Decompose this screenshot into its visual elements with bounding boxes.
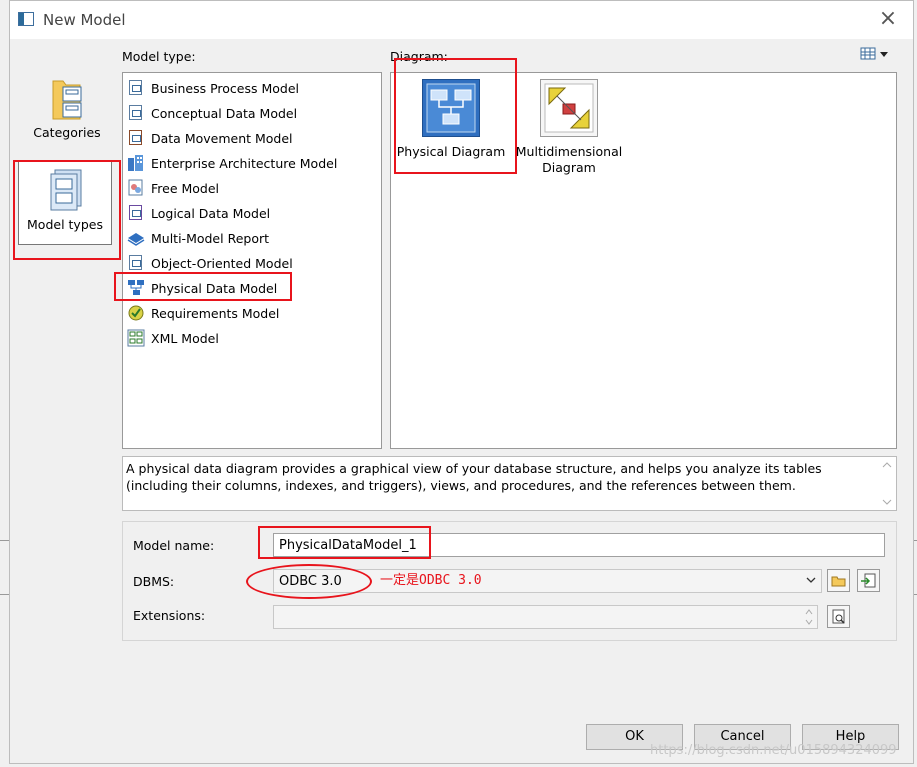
list-item-xml-model[interactable]: XML Model bbox=[127, 327, 219, 349]
list-item-label: Multi-Model Report bbox=[151, 230, 270, 246]
description-scrollbar[interactable] bbox=[878, 457, 896, 510]
spinner-icon bbox=[804, 607, 814, 631]
object-oriented-icon bbox=[127, 254, 145, 272]
list-item-label: XML Model bbox=[151, 330, 219, 346]
close-icon[interactable]: × bbox=[876, 7, 900, 31]
list-item-enterprise-architecture[interactable]: Enterprise Architecture Model bbox=[127, 152, 337, 174]
list-item-label: Requirements Model bbox=[151, 305, 280, 321]
chevron-down-icon bbox=[805, 573, 817, 591]
list-item-free-model[interactable]: Free Model bbox=[127, 177, 219, 199]
model-type-list[interactable]: Business Process Model Conceptual Data M… bbox=[122, 72, 382, 449]
conceptual-data-icon bbox=[127, 104, 145, 122]
categories-item[interactable]: Categories bbox=[20, 73, 114, 157]
new-model-dialog: New Model × Categories Model types Model… bbox=[9, 0, 914, 764]
highlight-physical-diagram bbox=[394, 58, 517, 174]
description-box: A physical data diagram provides a graph… bbox=[122, 456, 897, 511]
list-item-label: Enterprise Architecture Model bbox=[151, 155, 338, 171]
logical-data-icon bbox=[127, 204, 145, 222]
folder-open-icon bbox=[831, 576, 846, 587]
list-item-label: Free Model bbox=[151, 180, 220, 196]
categories-label: Categories bbox=[33, 125, 101, 140]
extensions-label: Extensions: bbox=[133, 608, 206, 623]
multidimensional-diagram-icon bbox=[540, 79, 598, 137]
watermark-text: https://blog.csdn.net/u015894324099 bbox=[650, 743, 897, 758]
list-item-logical-data[interactable]: Logical Data Model bbox=[127, 202, 270, 224]
list-item-object-oriented[interactable]: Object-Oriented Model bbox=[127, 252, 293, 274]
model-name-label: Model name: bbox=[133, 538, 215, 553]
requirements-icon bbox=[127, 304, 145, 322]
business-process-icon bbox=[127, 79, 145, 97]
select-extensions-icon bbox=[832, 609, 845, 624]
list-item-conceptual-data[interactable]: Conceptual Data Model bbox=[127, 102, 297, 124]
extensions-select-button[interactable] bbox=[827, 605, 850, 628]
diagram-multidimensional-label-line1: Multidimensional bbox=[515, 144, 623, 159]
app-icon bbox=[18, 12, 34, 26]
list-item-label: Logical Data Model bbox=[151, 205, 271, 221]
list-item-label: Object-Oriented Model bbox=[151, 255, 293, 271]
grid-view-icon bbox=[860, 47, 888, 60]
description-text: A physical data diagram provides a graph… bbox=[126, 461, 822, 493]
view-mode-dropdown[interactable] bbox=[860, 46, 890, 64]
title-bar: New Model × bbox=[10, 1, 913, 39]
diagram-multidimensional[interactable]: Multidimensional Diagram bbox=[509, 79, 629, 176]
annotation-text: 一定是ODBC 3.0 bbox=[380, 573, 482, 588]
list-item-label: Conceptual Data Model bbox=[151, 105, 298, 121]
folder-icon bbox=[52, 80, 82, 120]
highlight-dbms-ellipse bbox=[246, 564, 372, 599]
free-model-icon bbox=[127, 179, 145, 197]
list-item-label: Business Process Model bbox=[151, 80, 300, 96]
xml-model-icon bbox=[127, 329, 145, 347]
multi-model-report-icon bbox=[127, 229, 145, 247]
highlight-model-types bbox=[13, 160, 121, 260]
list-item-requirements[interactable]: Requirements Model bbox=[127, 302, 279, 324]
highlight-physical-data-model bbox=[114, 272, 292, 301]
dbms-label: DBMS: bbox=[133, 574, 175, 589]
extensions-input[interactable] bbox=[273, 605, 818, 629]
browse-dbms-button[interactable] bbox=[827, 569, 850, 592]
diagram-multidimensional-label-line2: Diagram bbox=[542, 160, 596, 175]
import-dbms-button[interactable] bbox=[857, 569, 880, 592]
list-item-multi-model-report[interactable]: Multi-Model Report bbox=[127, 227, 269, 249]
list-item-label: Data Movement Model bbox=[151, 130, 293, 146]
list-item-business-process[interactable]: Business Process Model bbox=[127, 77, 299, 99]
window-title: New Model bbox=[43, 11, 126, 29]
highlight-model-name bbox=[258, 526, 431, 559]
enterprise-architecture-icon bbox=[127, 154, 145, 172]
diagram-multidimensional-label: Multidimensional Diagram bbox=[509, 144, 629, 176]
data-movement-icon bbox=[127, 129, 145, 147]
model-type-label: Model type: bbox=[122, 49, 196, 64]
list-item-data-movement[interactable]: Data Movement Model bbox=[127, 127, 293, 149]
import-icon bbox=[861, 573, 876, 588]
